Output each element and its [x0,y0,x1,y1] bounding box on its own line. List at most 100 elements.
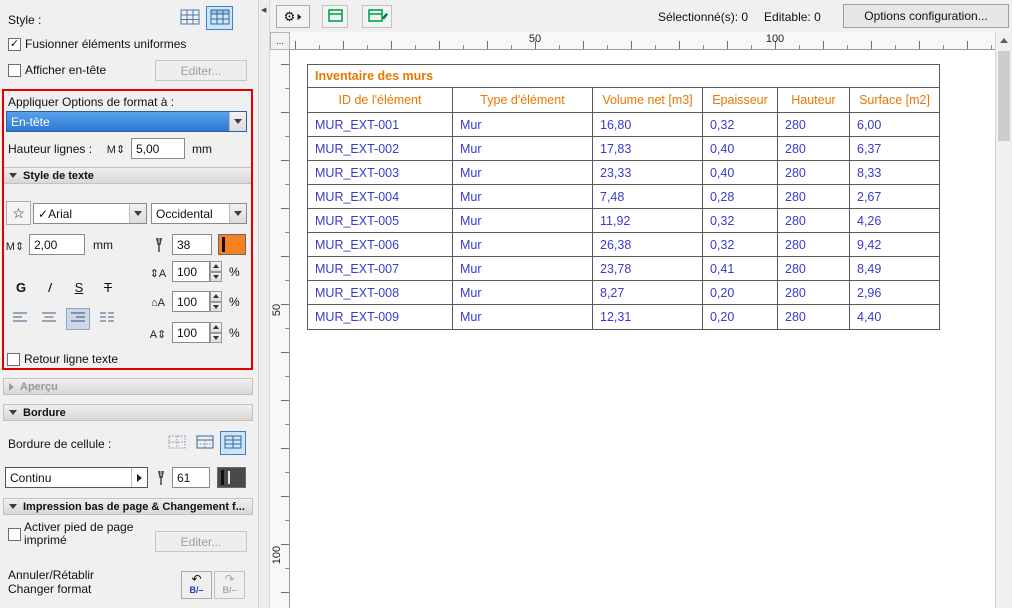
table-cell[interactable]: Mur [453,113,593,137]
table-cell[interactable]: 4,26 [850,209,939,233]
apply-format-dropdown[interactable]: En-tête [6,111,247,132]
table-cell[interactable]: 8,27 [593,281,703,305]
table-cell[interactable]: 0,32 [703,113,778,137]
align-left-button[interactable] [8,308,32,330]
text-wrap-checkbox[interactable] [7,353,20,366]
table-cell[interactable]: Mur [453,305,593,329]
table-cell[interactable]: MUR_EXT-001 [308,113,453,137]
table-cell[interactable]: 0,40 [703,161,778,185]
table-cell[interactable]: 280 [778,113,850,137]
border-section-header[interactable]: Bordure [3,404,253,421]
text-style-section-header[interactable]: Style de texte [3,167,253,184]
table-cell[interactable]: 23,33 [593,161,703,185]
row-height-input[interactable]: 5,00 [131,138,185,159]
text-pen-input[interactable]: 38 [172,234,212,255]
align-justify-button[interactable] [95,308,119,330]
table-cell[interactable]: 23,78 [593,257,703,281]
scheme-options-button[interactable]: Options configuration... [843,4,1009,28]
script-dropdown[interactable]: Occidental [151,203,247,224]
border-pen-color-swatch[interactable] [217,467,246,488]
table-cell[interactable]: 280 [778,137,850,161]
table-cell[interactable]: 2,96 [850,281,939,305]
font-dropdown[interactable]: ✓Arial [33,203,147,224]
table-cell[interactable]: Mur [453,137,593,161]
favorite-star-button[interactable]: ☆ [6,201,31,225]
border-outline-button[interactable] [192,431,218,455]
table-cell[interactable]: 280 [778,305,850,329]
table-header-cell[interactable]: Epaisseur [703,88,778,113]
line-spacing-input[interactable]: 100 [172,261,210,282]
line-spacing-stepper[interactable] [210,261,222,282]
schedule-canvas[interactable]: Inventaire des murs ID de l'élémentType … [290,50,995,608]
table-cell[interactable]: MUR_EXT-006 [308,233,453,257]
undo-format-button[interactable]: ↶ B/– [181,571,212,599]
table-cell[interactable]: 280 [778,161,850,185]
table-cell[interactable]: MUR_EXT-005 [308,209,453,233]
bold-button[interactable]: G [10,276,32,298]
panel-collapse-strip[interactable]: ◀ [258,0,270,608]
table-header-cell[interactable]: Volume net [m3] [593,88,703,113]
border-all-button[interactable] [220,431,246,455]
table-header-cell[interactable]: Type d'élément [453,88,593,113]
table-style-header-button[interactable] [206,6,233,30]
merge-uniform-checkbox[interactable]: ✓ [8,38,21,51]
table-cell[interactable]: Mur [453,209,593,233]
table-header-cell[interactable]: ID de l'élément [308,88,453,113]
scrollbar-thumb[interactable] [998,51,1010,141]
table-cell[interactable]: 280 [778,257,850,281]
table-cell[interactable]: 8,49 [850,257,939,281]
table-cell[interactable]: 0,32 [703,209,778,233]
table-cell[interactable]: 8,33 [850,161,939,185]
table-cell[interactable]: MUR_EXT-008 [308,281,453,305]
table-cell[interactable]: MUR_EXT-004 [308,185,453,209]
strikethrough-button[interactable]: T [97,276,119,298]
redo-format-button[interactable]: ↷ B/– [214,571,245,599]
table-cell[interactable]: 280 [778,209,850,233]
table-header-cell[interactable]: Surface [m2] [850,88,939,113]
border-none-button[interactable] [164,431,190,455]
schedule-edit-button[interactable] [362,5,392,28]
preview-section-header[interactable]: Aperçu [3,378,253,395]
table-cell[interactable]: 11,92 [593,209,703,233]
edit-footer-button[interactable]: Editer... [155,531,247,552]
footer-enable-checkbox[interactable] [8,528,21,541]
table-cell[interactable]: 0,32 [703,233,778,257]
border-pen-input[interactable]: 61 [172,467,210,488]
table-cell[interactable]: 16,80 [593,113,703,137]
align-right-button[interactable] [66,308,90,330]
table-cell[interactable]: 6,37 [850,137,939,161]
table-cell[interactable]: 7,48 [593,185,703,209]
line-type-dropdown[interactable]: Continu [5,467,148,488]
settings-flyout-button[interactable]: ⚙ [276,5,310,28]
table-cell[interactable]: MUR_EXT-009 [308,305,453,329]
table-cell[interactable]: Mur [453,257,593,281]
edit-header-button[interactable]: Editer... [155,60,247,81]
schedule-view-button[interactable] [322,5,348,28]
table-header-cell[interactable]: Hauteur [778,88,850,113]
table-cell[interactable]: 4,40 [850,305,939,329]
table-cell[interactable]: Mur [453,233,593,257]
vertical-scrollbar[interactable] [995,32,1012,608]
table-cell[interactable]: MUR_EXT-007 [308,257,453,281]
show-header-checkbox[interactable] [8,64,21,77]
text-size-input[interactable]: 2,00 [29,234,85,255]
char-width-input[interactable]: 100 [172,291,210,312]
table-cell[interactable]: 0,20 [703,281,778,305]
table-cell[interactable]: MUR_EXT-003 [308,161,453,185]
table-cell[interactable]: 280 [778,185,850,209]
footer-section-header[interactable]: Impression bas de page & Changement f... [3,498,253,515]
align-center-button[interactable] [37,308,61,330]
table-cell[interactable]: MUR_EXT-002 [308,137,453,161]
table-cell[interactable]: 2,67 [850,185,939,209]
table-style-plain-button[interactable] [176,6,203,30]
table-cell[interactable]: Mur [453,161,593,185]
table-cell[interactable]: 12,31 [593,305,703,329]
char-spacing-stepper[interactable] [210,322,222,343]
char-width-stepper[interactable] [210,291,222,312]
table-cell[interactable]: 0,40 [703,137,778,161]
table-cell[interactable]: 0,41 [703,257,778,281]
table-cell[interactable]: 0,28 [703,185,778,209]
table-cell[interactable]: 9,42 [850,233,939,257]
table-cell[interactable]: 280 [778,281,850,305]
char-spacing-input[interactable]: 100 [172,322,210,343]
